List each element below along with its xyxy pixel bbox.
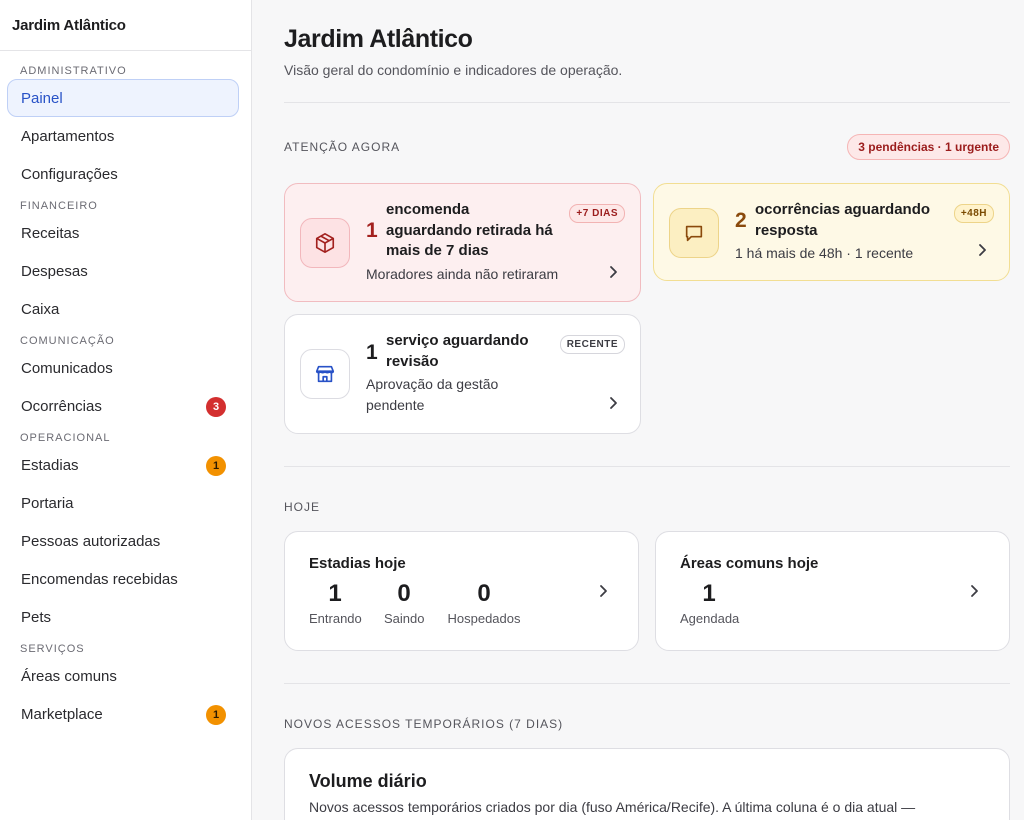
brand-name: Jardim Atlântico [0,0,251,51]
section-title-financeiro: FINANCEIRO [20,200,98,212]
sidebar-item-comunicados[interactable]: Comunicados [7,349,239,387]
alert-card-service[interactable]: 1 serviço aguardando revisão Aprovação d… [284,314,641,434]
alert-title-line: resposta [755,221,818,239]
sidebar-item-despesas[interactable]: Despesas [7,252,239,290]
sidebar-item-pets[interactable]: Pets [7,598,239,636]
chevron-right-icon [971,585,978,597]
alert-card-package[interactable]: 1 encomenda aguardando retirada há mais … [284,183,641,302]
stat-label: Agendada [680,611,740,626]
stays-today-title: Estadias hoje [309,555,406,572]
sidebar: Jardim Atlântico ADMINISTRATIVO Painel A… [0,0,252,820]
stat-value: 0 [477,580,491,607]
stat-label: Saindo [384,611,425,626]
alert-card-occurrences[interactable]: 2 ocorrências aguardando resposta 1 há m… [653,183,1010,281]
stat-value: 0 [397,580,411,607]
age-tag: +7 DIAS [569,204,625,223]
stat-value: 1 [328,580,342,607]
chevron-right-icon [610,266,617,278]
alert-title: serviço aguardando revisão [386,331,566,372]
section-title-operacional: OPERACIONAL [20,432,111,444]
today-section-label: HOJE [284,500,321,514]
alert-title-line: revisão [386,352,439,370]
alert-description-line: pendente [366,397,425,413]
sidebar-item-label: Marketplace [21,705,103,723]
alert-title-line: aguardando retirada há [386,221,553,239]
alert-title: encomenda aguardando retirada há mais de… [386,200,566,262]
chevron-right-icon [600,585,607,597]
sidebar-item-painel[interactable]: Painel [7,79,239,117]
alert-title: ocorrências aguardando resposta [755,200,945,241]
stat-label: Entrando [309,611,362,626]
stat-value: 1 [702,580,716,607]
attention-header: ATENÇÃO AGORA 3 pendências · 1 urgente [284,134,1010,160]
sidebar-item-caixa[interactable]: Caixa [7,290,239,328]
estadias-count-badge: 1 [206,456,226,476]
alert-title-line: encomenda [386,201,470,218]
sidebar-item-configuracoes[interactable]: Configurações [7,155,239,193]
message-icon [669,208,719,258]
ocorrencias-count-badge: 3 [206,397,226,417]
alert-title-line: ocorrências aguardando [755,201,931,218]
divider [284,102,1010,103]
pending-summary-badge: 3 pendências · 1 urgente [847,134,1010,160]
alert-title-line: mais de 7 dias [386,242,489,259]
sidebar-item-label: Estadias [21,456,79,474]
sidebar-item-areas-comuns[interactable]: Áreas comuns [7,657,239,695]
sidebar-item-label: Ocorrências [21,397,102,415]
chevron-right-icon [979,244,986,256]
sidebar-item-marketplace[interactable]: Marketplace 1 [7,695,239,733]
package-icon [300,218,350,268]
section-title-comunicacao: COMUNICAÇÃO [20,335,115,347]
alert-count: 1 [366,341,378,364]
daily-volume-card: Volume diário Novos acessos temporários … [284,748,1010,820]
alert-description-line: Aprovação da gestão [366,376,499,392]
alert-count: 2 [735,209,747,232]
divider [284,683,1010,684]
sidebar-item-pessoas-autorizadas[interactable]: Pessoas autorizadas [7,522,239,560]
stat-entering: 1 Entrando [309,579,362,626]
sidebar-item-portaria[interactable]: Portaria [7,484,239,522]
marketplace-count-badge: 1 [206,705,226,725]
daily-volume-description: Novos acessos temporários criados por di… [309,799,916,815]
daily-volume-title: Volume diário [309,771,427,791]
sidebar-item-receitas[interactable]: Receitas [7,214,239,252]
age-tag: +48H [953,204,994,223]
stays-today-card[interactable]: Estadias hoje 1 Entrando 0 Saindo 0 Hosp… [284,531,639,651]
attention-section-label: ATENÇÃO AGORA [284,140,401,154]
alert-description: 1 há mais de 48h · 1 recente [735,245,914,261]
stat-scheduled: 1 Agendada [680,579,740,626]
chevron-right-icon [610,397,617,409]
page-subtitle: Visão geral do condomínio e indicadores … [284,62,623,78]
sidebar-item-ocorrencias[interactable]: Ocorrências 3 [7,387,239,425]
page-title: Jardim Atlântico [284,25,473,53]
temporary-access-section-label: NOVOS ACESSOS TEMPORÁRIOS (7 DIAS) [284,717,564,731]
stat-label: Hospedados [447,611,521,626]
age-tag: RECENTE [559,335,625,354]
alert-title-line: serviço aguardando [386,332,529,349]
stat-hosted: 0 Hospedados [447,579,521,626]
common-areas-today-card[interactable]: Áreas comuns hoje 1 Agendada [655,531,1010,651]
alert-count: 1 [366,219,378,242]
sidebar-item-estadias[interactable]: Estadias 1 [7,446,239,484]
alert-description: Moradores ainda não retiraram [366,266,559,282]
divider [284,466,1010,467]
sidebar-nav: ADMINISTRATIVO Painel Apartamentos Confi… [0,51,251,733]
sidebar-item-apartamentos[interactable]: Apartamentos [7,117,239,155]
stat-leaving: 0 Saindo [384,579,424,626]
store-icon [300,349,350,399]
common-areas-today-title: Áreas comuns hoje [680,555,819,572]
section-title-administrativo: ADMINISTRATIVO [20,65,127,77]
section-title-servicos: SERVIÇOS [20,643,85,655]
sidebar-item-encomendas-recebidas[interactable]: Encomendas recebidas [7,560,239,598]
alert-description: Aprovação da gestão pendente [366,374,498,416]
